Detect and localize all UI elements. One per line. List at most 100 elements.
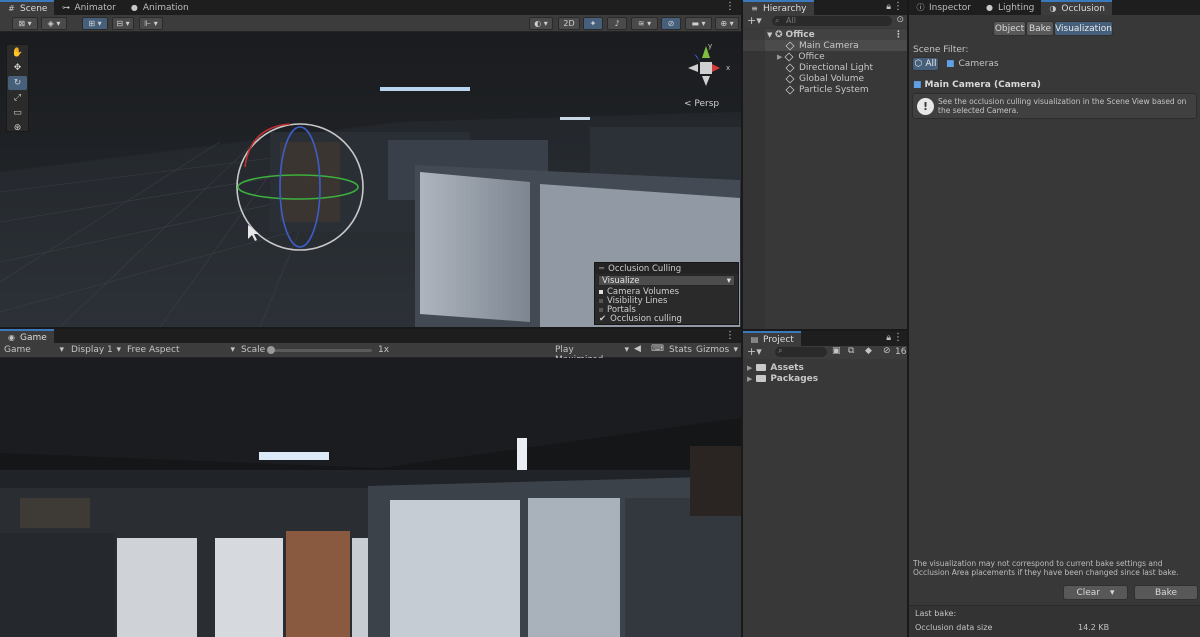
tab-hierarchy[interactable]: ≡ Hierarchy (743, 0, 814, 15)
more-options-icon[interactable]: ⋮ (725, 1, 735, 12)
aspect-dropdown[interactable]: Free Aspect ▾ (127, 345, 235, 355)
camera-icon: ■ (946, 59, 955, 69)
hierarchy-scrollbar[interactable] (743, 29, 765, 329)
scene-view[interactable]: ✋ ✥ ↻ ⤢ ▭ ⊛ y x < Persp ═ Occlusion Culli… (0, 32, 741, 327)
expand-arrow-icon[interactable]: ▶ (747, 364, 752, 372)
camera-dropdown[interactable]: ▬ ▾ (685, 17, 712, 30)
bake-button[interactable]: Bake (1134, 585, 1198, 600)
render-mode-dropdown[interactable]: ◈ ▾ (41, 17, 67, 30)
gizmos-dropdown[interactable]: ⊕ ▾ (715, 17, 739, 30)
more-options-icon[interactable]: ⋮ (893, 332, 903, 343)
orientation-gizmo[interactable]: y x (680, 42, 735, 90)
filter-all-button[interactable]: ⬡ All (912, 57, 939, 71)
more-options-icon[interactable]: ⋮ (893, 1, 903, 12)
gameobject-icon (785, 84, 795, 95)
chevron-down-icon: ▾ (230, 345, 235, 355)
scene-visibility-icon[interactable]: ⊙ (896, 15, 904, 25)
rect-tool-icon[interactable]: ▭ (8, 106, 27, 120)
inspector-tab-bar: ⓘ Inspector ● Lighting ◑ Occlusion (909, 0, 1200, 15)
snap-dropdown[interactable]: ⊟ ▾ (112, 17, 134, 30)
tools-panel: ✋ ✥ ↻ ⤢ ▭ ⊛ (6, 44, 29, 135)
tab-scene[interactable]: # Scene (0, 0, 55, 15)
perspective-label[interactable]: < Persp (684, 99, 719, 109)
expand-arrow-icon[interactable]: ▼ (767, 31, 772, 39)
increment-snap-dropdown[interactable]: ⊩ ▾ (139, 17, 163, 30)
expand-arrow-icon[interactable]: ▶ (747, 375, 752, 383)
project-toolbar: +▾ ⌕ ▣ ⧉ ◆ ⊘ 16 (743, 345, 907, 359)
project-search-input[interactable]: ⌕ (775, 346, 827, 357)
rotate-tool-icon[interactable]: ↻ (8, 76, 27, 90)
game-view[interactable] (0, 358, 741, 637)
scale-value: 1x (378, 345, 390, 355)
mute-audio-icon[interactable]: ◀ (634, 344, 641, 354)
lock-icon[interactable]: 🔒︎ (886, 333, 891, 343)
chevron-down-icon: ▾ (1110, 587, 1115, 598)
audio-toggle-icon[interactable]: ♪ (607, 17, 627, 30)
gizmo-x-label: x (726, 64, 731, 72)
filter-label-icon[interactable]: ⧉ (848, 346, 854, 356)
gameobject-icon (785, 62, 795, 73)
search-input[interactable]: ⌕ All (772, 16, 892, 26)
lightbulb-icon: ● (985, 3, 993, 12)
clear-dropdown-button[interactable]: Clear ▾ (1063, 585, 1128, 600)
hand-tool-icon[interactable]: ✋ (8, 46, 27, 60)
game-toolbar: Game ▾ Display 1 ▾ Free Aspect ▾ Scale 1x P… (0, 343, 741, 365)
game-view-dropdown[interactable]: Game ▾ (4, 345, 64, 355)
more-options-icon[interactable]: ⋮ (725, 330, 735, 341)
tab-inspector[interactable]: ⓘ Inspector (909, 0, 978, 15)
project-folder-assets[interactable]: ▶ Assets (743, 362, 804, 373)
gizmo-y-label: y (708, 42, 713, 50)
gizmos-dropdown[interactable]: Gizmos ▾ (696, 345, 738, 355)
stats-button[interactable]: Stats (669, 345, 692, 355)
game-render (0, 358, 741, 637)
gamepad-icon: ◉ (8, 333, 15, 342)
mode-visualization-button[interactable]: Visualization (1054, 21, 1113, 36)
folder-icon (756, 364, 767, 371)
warning-text: The visualization may not correspond to … (913, 559, 1179, 577)
hidden-objects-icon[interactable]: ⊘ (661, 17, 681, 30)
mode-bake-button[interactable]: Bake (1026, 21, 1054, 36)
overlay-item-portals[interactable]: Portals (595, 305, 738, 315)
chevron-down-icon: ▾ (733, 345, 738, 355)
tab-game[interactable]: ◉ Game (0, 329, 54, 344)
tab-lighting[interactable]: ● Lighting (978, 0, 1041, 15)
filter-type-icon[interactable]: ▣ (832, 346, 841, 356)
scale-slider[interactable] (267, 346, 372, 354)
project-folder-packages[interactable]: ▶ Packages (743, 373, 818, 384)
filter-cameras-button[interactable]: ■ Cameras (946, 59, 999, 69)
effects-dropdown[interactable]: ≋ ▾ (631, 17, 658, 30)
shading-dropdown[interactable]: ◐ ▾ (529, 17, 553, 30)
camera-icon: ■ (913, 80, 922, 90)
pivot-dropdown[interactable]: ⊞ ▾ (82, 17, 108, 30)
keyboard-icon[interactable]: ⌨ (651, 344, 664, 354)
move-tool-icon[interactable]: ✥ (8, 61, 27, 75)
package-count: 16 (895, 347, 907, 357)
more-options-icon[interactable]: ⋮ (894, 30, 903, 40)
transform-tool-icon[interactable]: ⊛ (8, 121, 27, 135)
create-dropdown[interactable]: +▾ (747, 345, 762, 358)
expand-arrow-icon[interactable]: ▶ (777, 53, 782, 61)
hidden-packages-icon[interactable]: ⊘ (883, 346, 891, 356)
tab-animator[interactable]: ⊶ Animator (54, 0, 122, 15)
scale-tool-icon[interactable]: ⤢ (8, 91, 27, 105)
tab-animation[interactable]: ● Animation (123, 0, 196, 15)
scene-root-row[interactable]: ▼ ✪ Office ⋮ (743, 29, 907, 40)
lock-icon[interactable]: 🔒︎ (886, 2, 891, 12)
tag-icon[interactable]: ◆ (865, 346, 872, 356)
display-dropdown[interactable]: Display 1 ▾ (71, 345, 121, 355)
tab-project[interactable]: ▤ Project (743, 331, 801, 346)
toggle-2d-button[interactable]: 2D (558, 17, 580, 30)
overlay-occlusion-culling-toggle[interactable]: ✔ Occlusion culling (595, 314, 738, 324)
draw-mode-dropdown[interactable]: ⊠ ▾ (12, 17, 38, 30)
lighting-toggle-icon[interactable]: ✦ (583, 17, 603, 30)
checkmark-icon: ✔ (599, 314, 607, 324)
legend-square-icon (599, 289, 603, 294)
tab-occlusion[interactable]: ◑ Occlusion (1041, 0, 1112, 15)
visualize-dropdown[interactable]: Visualize ▾ (598, 275, 735, 286)
scale-label: Scale (241, 345, 266, 355)
folder-icon: ▤ (750, 335, 759, 344)
add-dropdown[interactable]: +▾ (747, 14, 762, 27)
mode-object-button[interactable]: Object (993, 21, 1026, 36)
slider-thumb[interactable] (267, 346, 275, 354)
hierarchy-item-main-camera[interactable]: Main Camera (743, 40, 907, 51)
